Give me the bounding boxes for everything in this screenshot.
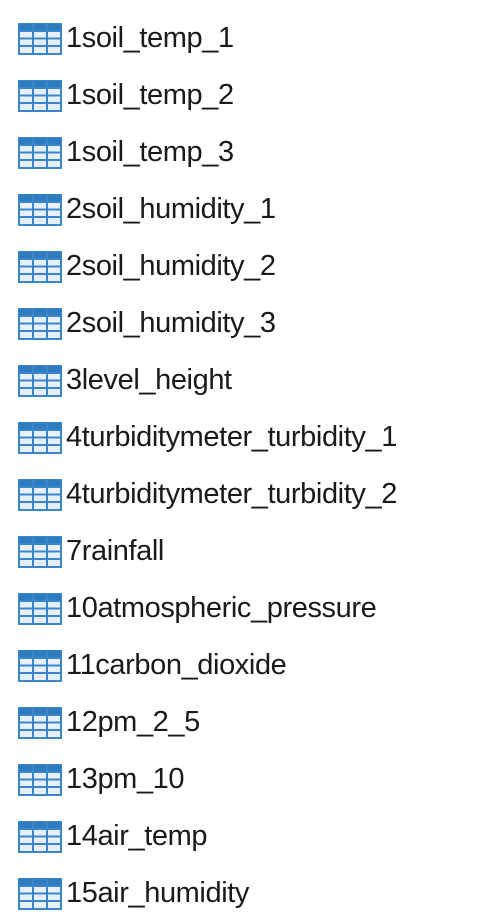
table-name-label: 4turbiditymeter_turbidity_2 bbox=[66, 478, 397, 510]
table-list-item[interactable]: 2soil_humidity_1 bbox=[0, 181, 496, 238]
table-list-item[interactable]: 1soil_temp_3 bbox=[0, 124, 496, 181]
table-grid-icon bbox=[18, 763, 62, 796]
table-list-item[interactable]: 1soil_temp_2 bbox=[0, 67, 496, 124]
table-list: 1soil_temp_1 1soil_temp_2 1soil_temp_3 2soi… bbox=[0, 10, 496, 922]
table-name-label: 1soil_temp_2 bbox=[66, 79, 234, 111]
table-name-label: 7rainfall bbox=[66, 535, 164, 567]
table-list-item[interactable]: 12pm_2_5 bbox=[0, 694, 496, 751]
table-list-item[interactable]: 4turbiditymeter_turbidity_1 bbox=[0, 409, 496, 466]
table-name-label: 2soil_humidity_2 bbox=[66, 250, 276, 282]
table-name-label: 2soil_humidity_3 bbox=[66, 307, 276, 339]
table-name-label: 13pm_10 bbox=[66, 763, 185, 795]
table-name-label: 10atmospheric_pressure bbox=[66, 592, 377, 624]
table-grid-icon bbox=[18, 79, 62, 112]
table-name-label: 15air_humidity bbox=[66, 877, 249, 909]
table-list-item[interactable]: 4turbiditymeter_turbidity_2 bbox=[0, 466, 496, 523]
table-list-item[interactable]: 14air_temp bbox=[0, 808, 496, 865]
table-name-label: 14air_temp bbox=[66, 820, 208, 852]
table-grid-icon bbox=[18, 649, 62, 682]
table-name-label: 1soil_temp_1 bbox=[66, 22, 234, 54]
table-grid-icon bbox=[18, 22, 62, 55]
table-grid-icon bbox=[18, 478, 62, 511]
table-name-label: 12pm_2_5 bbox=[66, 706, 200, 738]
table-list-item[interactable]: 7rainfall bbox=[0, 523, 496, 580]
table-name-label: 11carbon_dioxide bbox=[66, 649, 287, 681]
table-list-item[interactable]: 10atmospheric_pressure bbox=[0, 580, 496, 637]
table-name-label: 4turbiditymeter_turbidity_1 bbox=[66, 421, 397, 453]
table-list-item[interactable]: 13pm_10 bbox=[0, 751, 496, 808]
table-list-item[interactable]: 1soil_temp_1 bbox=[0, 10, 496, 67]
table-name-label: 3level_height bbox=[66, 364, 232, 396]
table-grid-icon bbox=[18, 193, 62, 226]
table-grid-icon bbox=[18, 364, 62, 397]
table-grid-icon bbox=[18, 592, 62, 625]
table-name-label: 2soil_humidity_1 bbox=[66, 193, 276, 225]
table-list-item[interactable]: 3level_height bbox=[0, 352, 496, 409]
table-grid-icon bbox=[18, 307, 62, 340]
table-grid-icon bbox=[18, 250, 62, 283]
table-list-item[interactable]: 2soil_humidity_2 bbox=[0, 238, 496, 295]
table-list-item[interactable]: 2soil_humidity_3 bbox=[0, 295, 496, 352]
table-list-item[interactable]: 11carbon_dioxide bbox=[0, 637, 496, 694]
table-grid-icon bbox=[18, 421, 62, 454]
table-grid-icon bbox=[18, 535, 62, 568]
table-grid-icon bbox=[18, 820, 62, 853]
table-grid-icon bbox=[18, 706, 62, 739]
table-grid-icon bbox=[18, 877, 62, 910]
table-grid-icon bbox=[18, 136, 62, 169]
table-list-item[interactable]: 15air_humidity bbox=[0, 865, 496, 922]
table-name-label: 1soil_temp_3 bbox=[66, 136, 234, 168]
